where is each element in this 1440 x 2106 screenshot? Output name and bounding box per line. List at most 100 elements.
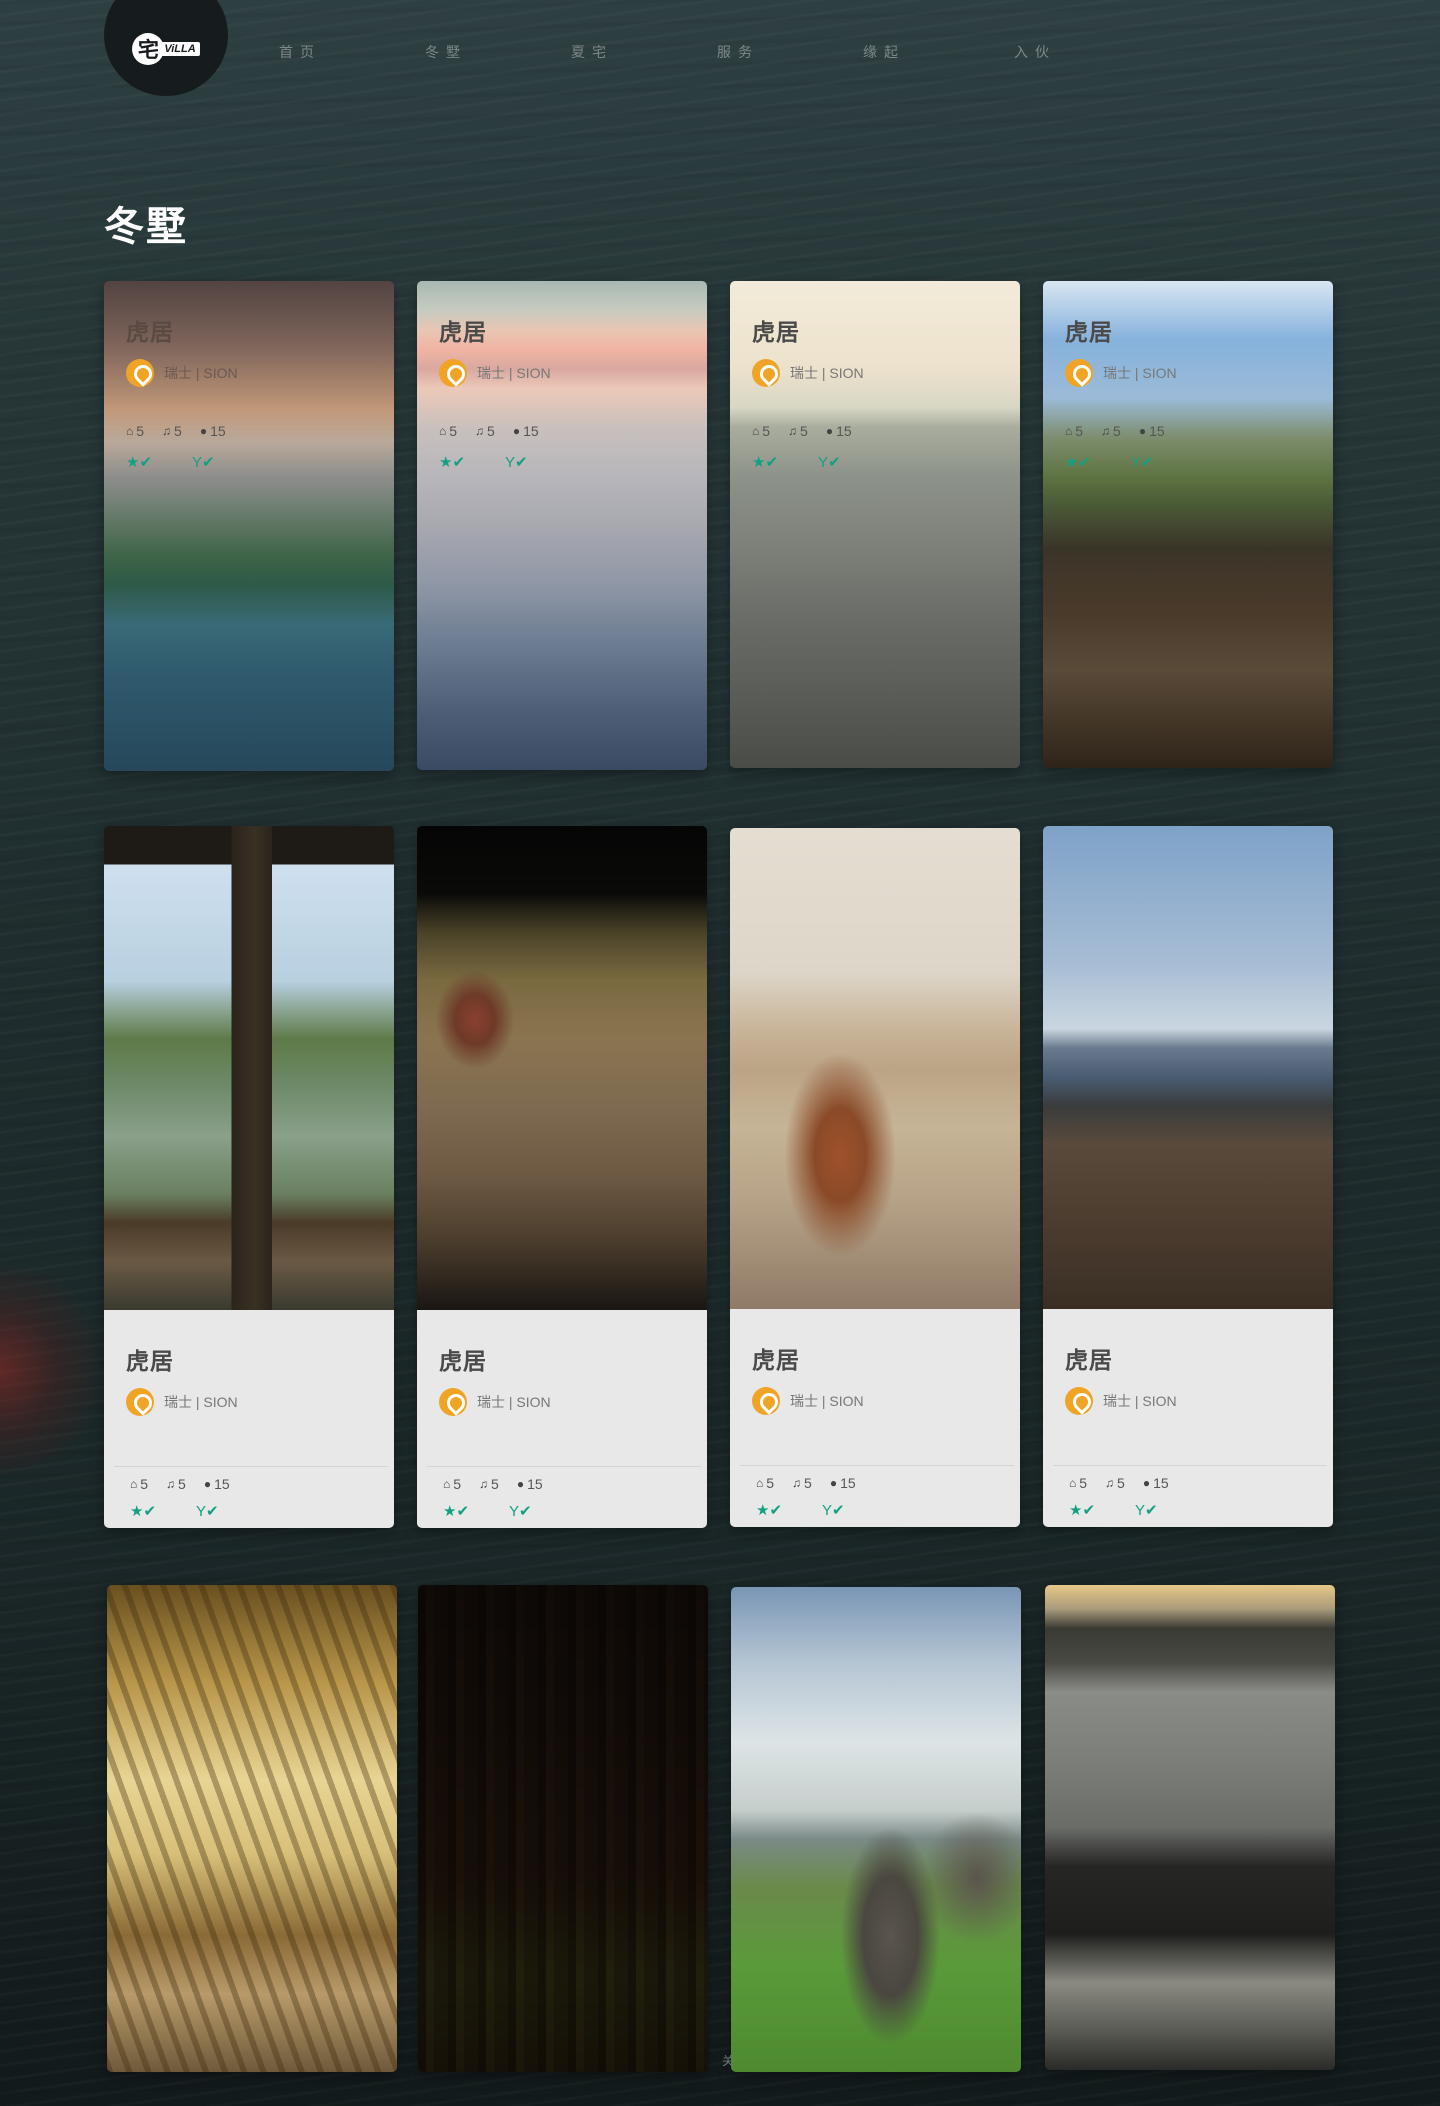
villa-card[interactable]: 虎居 瑞士 | SION ⌂ 5 ♫ 5 ● 15 ★✔ Y✔ bbox=[417, 281, 707, 770]
card-stats: ⌂ 5 ♫ 5 ● 15 bbox=[1069, 1475, 1187, 1491]
divider bbox=[1053, 1465, 1327, 1466]
stat-music-value: 5 bbox=[1113, 423, 1121, 439]
main-nav: 首页 冬墅 夏宅 服务 缘起 入伙 bbox=[0, 42, 1440, 62]
card-photo-highland-cow bbox=[730, 828, 1020, 1309]
nav-item-join[interactable]: 入伙 bbox=[1014, 42, 1056, 62]
card-location-text: 瑞士 | SION bbox=[164, 1394, 238, 1410]
villa-card[interactable]: 虎居 瑞士 | SION ⌂ 5 ♫ 5 ● 15 ★✔ Y✔ bbox=[104, 281, 394, 771]
home-icon: ⌂ bbox=[126, 424, 134, 438]
map-pin-icon bbox=[1065, 1387, 1093, 1415]
map-pin-icon bbox=[752, 1387, 780, 1415]
stat-music-value: 5 bbox=[174, 423, 182, 439]
home-icon: ⌂ bbox=[439, 424, 447, 438]
divider bbox=[114, 1466, 388, 1467]
nav-item-services[interactable]: 服务 bbox=[717, 42, 759, 62]
card-location: 瑞士 | SION bbox=[126, 359, 384, 387]
card-overlay: 虎居 瑞士 | SION ⌂ 5 ♫ 5 ● 15 ★✔ Y✔ bbox=[126, 313, 384, 471]
stat-people-value: 15 bbox=[1153, 1475, 1169, 1491]
card-location: 瑞士 | SION bbox=[126, 1388, 384, 1416]
card-title: 虎居 bbox=[439, 319, 487, 345]
villa-card[interactable]: 虎居 瑞士 | SION ⌂ 5 ♫ 5 ● 15 ★✔ Y✔ bbox=[417, 826, 707, 1528]
card-photo-man-bicycle bbox=[1043, 826, 1333, 1309]
villa-card[interactable] bbox=[1045, 1585, 1335, 2070]
stat-people: ● 15 bbox=[830, 1475, 856, 1491]
music-icon: ♫ bbox=[166, 1477, 176, 1491]
map-pin-icon bbox=[752, 359, 780, 387]
home-icon: ⌂ bbox=[1069, 1476, 1077, 1490]
villa-card[interactable]: 虎居 瑞士 | SION ⌂ 5 ♫ 5 ● 15 ★✔ Y✔ bbox=[730, 828, 1020, 1527]
card-overlay: 虎居 瑞士 | SION bbox=[752, 1341, 1010, 1415]
music-icon: ♫ bbox=[1105, 1476, 1115, 1490]
card-amenities: ★✔ Y✔ bbox=[130, 1502, 259, 1520]
stat-music: ♫ 5 bbox=[1105, 1475, 1125, 1491]
stat-people: ● 15 bbox=[200, 423, 226, 439]
stat-music: ♫ 5 bbox=[479, 1476, 499, 1492]
stat-rooms-value: 5 bbox=[136, 423, 145, 439]
villa-card[interactable] bbox=[107, 1585, 397, 2072]
card-location: 瑞士 | SION bbox=[752, 1387, 1010, 1415]
home-icon: ⌂ bbox=[1065, 424, 1073, 438]
user-icon: ● bbox=[829, 1476, 838, 1490]
card-stats: ⌂ 5 ♫ 5 ● 15 bbox=[126, 423, 384, 439]
card-info-panel: 虎居 瑞士 | SION ⌂ 5 ♫ 5 ● 15 ★✔ Y✔ bbox=[730, 1309, 1020, 1527]
card-title: 虎居 bbox=[1065, 319, 1113, 345]
villa-card[interactable]: 虎居 瑞士 | SION ⌂ 5 ♫ 5 ● 15 ★✔ Y✔ bbox=[1043, 826, 1333, 1527]
stat-rooms-value: 5 bbox=[762, 423, 771, 439]
cocktail-icon: Y✔ bbox=[1131, 454, 1154, 471]
card-photo-pier-lake bbox=[104, 826, 394, 1310]
cocktail-icon: Y✔ bbox=[505, 454, 528, 471]
card-amenities: ★✔ Y✔ bbox=[1069, 1501, 1198, 1519]
stat-music: ♫ 5 bbox=[792, 1475, 812, 1491]
stat-rooms: ⌂ 5 bbox=[130, 1476, 148, 1492]
star-icon: ★✔ bbox=[130, 1503, 157, 1520]
divider bbox=[740, 1465, 1014, 1466]
card-overlay: 虎居 瑞士 | SION bbox=[1065, 1341, 1323, 1415]
stat-music-value: 5 bbox=[491, 1476, 499, 1492]
card-title: 虎居 bbox=[752, 319, 800, 345]
nav-item-winter-villa[interactable]: 冬墅 bbox=[425, 42, 467, 62]
cocktail-icon: Y✔ bbox=[192, 454, 215, 471]
card-stats: ⌂ 5 ♫ 5 ● 15 bbox=[756, 1475, 874, 1491]
map-pin-icon bbox=[126, 359, 154, 387]
stat-people-value: 15 bbox=[214, 1476, 230, 1492]
card-title: 虎居 bbox=[1065, 1347, 1113, 1373]
villa-card[interactable] bbox=[731, 1587, 1021, 2072]
nav-item-home[interactable]: 首页 bbox=[279, 42, 321, 62]
villa-card[interactable] bbox=[418, 1585, 708, 2072]
stat-music: ♫ 5 bbox=[1101, 423, 1121, 439]
star-icon: ★✔ bbox=[756, 1502, 783, 1519]
cocktail-icon: Y✔ bbox=[509, 1503, 532, 1520]
card-overlay: 虎居 瑞士 | SION bbox=[126, 1342, 384, 1416]
card-stats: ⌂ 5 ♫ 5 ● 15 bbox=[443, 1476, 561, 1492]
card-overlay: 虎居 瑞士 | SION ⌂ 5 ♫ 5 ● 15 ★✔ Y✔ bbox=[1065, 313, 1323, 471]
nav-item-summer-house[interactable]: 夏宅 bbox=[571, 42, 613, 62]
card-stats: ⌂ 5 ♫ 5 ● 15 bbox=[439, 423, 697, 439]
stat-music-value: 5 bbox=[178, 1476, 186, 1492]
stat-people: ● 15 bbox=[1139, 423, 1165, 439]
card-location-text: 瑞士 | SION bbox=[1103, 1393, 1177, 1409]
card-title: 虎居 bbox=[126, 1348, 174, 1374]
villa-card[interactable]: 虎居 瑞士 | SION ⌂ 5 ♫ 5 ● 15 ★✔ Y✔ bbox=[104, 826, 394, 1528]
stat-rooms-value: 5 bbox=[140, 1476, 149, 1492]
user-icon: ● bbox=[516, 1477, 525, 1491]
footer-mark: 关 bbox=[722, 2054, 735, 2068]
nav-item-origin[interactable]: 缘起 bbox=[863, 42, 905, 62]
cocktail-icon: Y✔ bbox=[1135, 1502, 1158, 1519]
map-pin-icon bbox=[126, 1388, 154, 1416]
stat-music-value: 5 bbox=[487, 423, 495, 439]
star-icon: ★✔ bbox=[126, 454, 153, 471]
stat-music: ♫ 5 bbox=[475, 423, 495, 439]
card-location: 瑞士 | SION bbox=[752, 359, 1010, 387]
villa-card[interactable]: 虎居 瑞士 | SION ⌂ 5 ♫ 5 ● 15 ★✔ Y✔ bbox=[1043, 281, 1333, 768]
stat-rooms: ⌂ 5 bbox=[752, 423, 770, 439]
star-icon: ★✔ bbox=[443, 1503, 470, 1520]
stat-music-value: 5 bbox=[804, 1475, 812, 1491]
card-location: 瑞士 | SION bbox=[1065, 359, 1323, 387]
music-icon: ♫ bbox=[792, 1476, 802, 1490]
card-location-text: 瑞士 | SION bbox=[1103, 365, 1177, 381]
card-stats: ⌂ 5 ♫ 5 ● 15 bbox=[130, 1476, 248, 1492]
page-title: 冬墅 bbox=[104, 205, 188, 249]
user-icon: ● bbox=[825, 424, 834, 438]
villa-card[interactable]: 虎居 瑞士 | SION ⌂ 5 ♫ 5 ● 15 ★✔ Y✔ bbox=[730, 281, 1020, 768]
card-location-text: 瑞士 | SION bbox=[477, 1394, 551, 1410]
